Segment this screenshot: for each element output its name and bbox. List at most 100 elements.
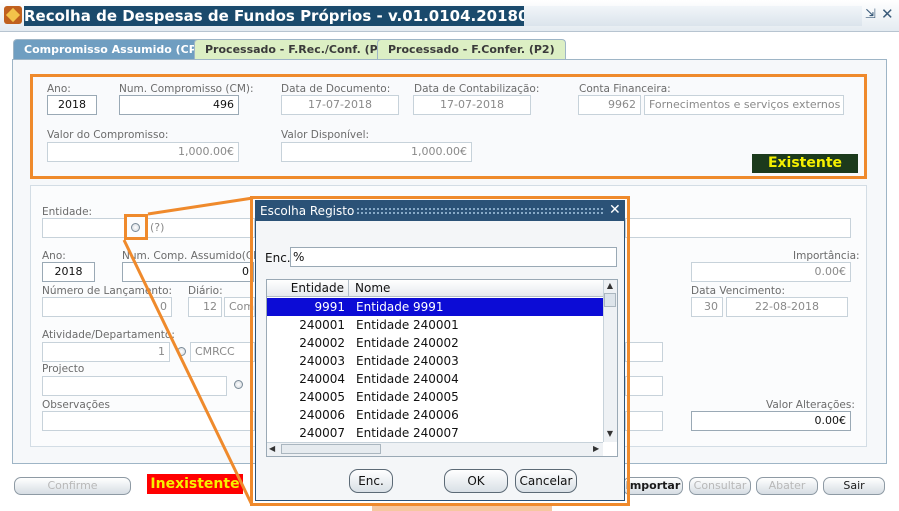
valor-disponivel-label: Valor Disponível:	[281, 129, 370, 141]
num-comp-assumido-field[interactable]: 0	[122, 262, 254, 282]
data-vencimento-field[interactable]: 22-08-2018	[726, 297, 848, 317]
list-row[interactable]: 240007 Entidade 240007	[267, 424, 603, 442]
row-entidade: 240001	[299, 318, 345, 332]
conta-financeira-description: Fornecimentos e serviços externos	[644, 95, 844, 115]
horizontal-scroll-thumb[interactable]	[281, 444, 381, 454]
row-nome: Entidade 240003	[356, 354, 459, 368]
row-entidade: 240005	[299, 390, 345, 404]
callout-source-box	[124, 214, 148, 240]
row-nome: Entidade 240006	[356, 408, 459, 422]
abater-button[interactable]: Abater	[756, 477, 818, 495]
data-contabilizacao-label: Data de Contabilização:	[414, 83, 540, 95]
projecto-lookup-icon[interactable]	[234, 380, 243, 389]
list-row[interactable]: 240006 Entidade 240006	[267, 406, 603, 424]
dias-vencimento-field[interactable]: 30	[691, 297, 723, 317]
vertical-scroll-thumb[interactable]	[604, 293, 616, 307]
valor-compromisso-field[interactable]: 1,000.00€	[47, 142, 239, 162]
conta-financeira-code[interactable]: 9962	[578, 95, 641, 115]
row-entidade: 9991	[314, 300, 345, 314]
ano-field[interactable]: 2018	[47, 95, 97, 115]
valor-alteracoes-field[interactable]: 0.00€	[691, 411, 851, 431]
column-header-nome[interactable]: Nome	[355, 280, 390, 296]
data-documento-label: Data de Documento:	[281, 83, 391, 95]
list-row[interactable]: 240004 Entidade 240004	[267, 370, 603, 388]
minimize-icon[interactable]: ⇲	[865, 7, 876, 22]
tab-processado-p2[interactable]: Processado - F.Confer. (P2)	[377, 39, 566, 59]
atividade-code-field[interactable]: 1	[42, 342, 170, 362]
status-badge-inexistente: Inexistente	[147, 474, 243, 494]
entidade-extra-field	[625, 218, 851, 238]
projecto-label: Projecto	[42, 363, 85, 375]
diario-label: Diário:	[188, 285, 223, 297]
projecto-code-field[interactable]	[42, 376, 227, 396]
atividade-extra-field	[625, 342, 663, 362]
record-list: Entidade Nome 9991 Entidade 9991 240001 En…	[266, 279, 618, 457]
escolha-registo-dialog: Escolha Registo ✕ Enc. % Entidade Nome 9…	[255, 200, 625, 501]
highlight-band	[372, 506, 552, 511]
list-row[interactable]: 240003 Entidade 240003	[267, 352, 603, 370]
data-vencimento-label: Data Vencimento:	[691, 285, 786, 297]
row-nome: Entidade 240001	[356, 318, 459, 332]
row-nome: Entidade 240004	[356, 372, 459, 386]
ano-cp-label: Ano:	[42, 250, 66, 262]
list-row[interactable]: 240005 Entidade 240005	[267, 388, 603, 406]
num-lancamento-field[interactable]: 0	[42, 297, 172, 317]
entidade-code-field[interactable]	[42, 218, 125, 238]
close-icon[interactable]: ✕	[881, 5, 894, 23]
num-compromisso-field[interactable]: 496	[119, 95, 239, 115]
valor-alteracoes-label: Valor Alterações:	[766, 399, 855, 411]
observacoes-field[interactable]	[42, 411, 255, 431]
observacoes-label: Observações	[42, 399, 110, 411]
row-entidade: 240006	[299, 408, 345, 422]
atividade-description-field: CMRCC	[190, 342, 255, 362]
entidade-label: Entidade:	[42, 206, 93, 218]
data-contabilizacao-field[interactable]: 17-07-2018	[413, 95, 531, 115]
importancia-label: Importância:	[793, 250, 860, 262]
projecto-extra-field	[625, 376, 663, 396]
dialog-close-icon[interactable]: ✕	[609, 202, 621, 218]
cancelar-button[interactable]: Cancelar	[515, 469, 577, 493]
num-lancamento-label: Número de Lançamento:	[42, 285, 173, 297]
row-entidade: 240007	[299, 426, 345, 440]
atividade-lookup-icon[interactable]	[177, 347, 186, 356]
app-diamond-icon	[4, 6, 22, 24]
title-bar-fill	[524, 6, 862, 26]
enc-search-input[interactable]: %	[290, 247, 617, 267]
list-row-selected[interactable]: 9991 Entidade 9991	[267, 298, 603, 316]
tab-processado-p1[interactable]: Processado - F.Rec./Conf. (P1)	[194, 39, 402, 59]
consultar-button[interactable]: Consultar	[689, 477, 751, 495]
row-nome: Entidade 9991	[356, 300, 444, 314]
status-badge-existente: Existente	[752, 154, 858, 173]
list-row[interactable]: 240002 Entidade 240002	[267, 334, 603, 352]
diario-code-field[interactable]: 12	[188, 297, 222, 317]
sair-button[interactable]: Sair	[823, 477, 885, 495]
enc-button[interactable]: Enc.	[349, 469, 393, 493]
ano-cp-field[interactable]: 2018	[42, 262, 95, 282]
valor-compromisso-label: Valor do Compromisso:	[47, 129, 169, 141]
scroll-down-icon[interactable]: ▼	[603, 428, 617, 440]
row-entidade: 240004	[299, 372, 345, 386]
column-header-entidade[interactable]: Entidade	[267, 280, 349, 297]
confirme-button[interactable]: Confirme	[14, 477, 131, 495]
scroll-left-icon[interactable]: ◀	[269, 443, 275, 455]
ok-button[interactable]: OK	[444, 469, 508, 493]
data-documento-field[interactable]: 17-07-2018	[281, 95, 399, 115]
importancia-field[interactable]: 0.00€	[691, 262, 851, 282]
num-compromisso-label: Num. Compromisso (CM):	[119, 83, 254, 95]
entidade-name-field: (?)	[145, 218, 255, 238]
conta-financeira-label: Conta Financeira:	[579, 83, 671, 95]
ano-label: Ano:	[47, 83, 71, 95]
valor-disponivel-field: 1,000.00€	[281, 142, 472, 162]
dialog-title-grip	[356, 207, 604, 215]
num-comp-assumido-label: Num. Comp. Assumido(CP)	[122, 250, 264, 262]
list-row[interactable]: 240001 Entidade 240001	[267, 316, 603, 334]
window-title: Recolha de Despesas de Fundos Próprios -…	[24, 6, 564, 26]
importar-button[interactable]: Importar	[623, 477, 683, 495]
scroll-right-icon[interactable]: ▶	[593, 443, 599, 455]
observacoes-extra-field	[625, 411, 663, 431]
row-nome: Entidade 240002	[356, 336, 459, 350]
tab-compromisso-assumido[interactable]: Compromisso Assumido (CP)	[13, 39, 213, 59]
row-nome: Entidade 240005	[356, 390, 459, 404]
row-nome: Entidade 240007	[356, 426, 459, 440]
scroll-up-icon[interactable]: ▲	[603, 280, 617, 292]
